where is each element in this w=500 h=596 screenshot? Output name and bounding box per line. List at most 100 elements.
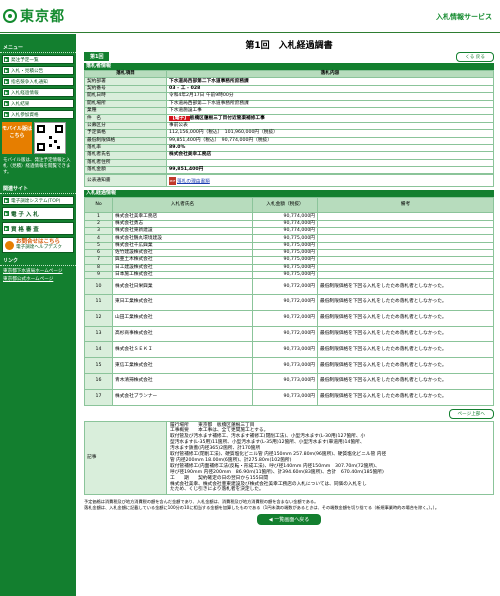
- bid-row: 1 株式会社美幸工務店 90,774,000円: [84, 212, 494, 221]
- page-top-button[interactable]: ページ上部へ: [448, 408, 494, 419]
- bid-name: 株式会社勇志: [112, 219, 253, 229]
- bid-no: 16: [84, 372, 113, 390]
- bid-no: 11: [84, 293, 113, 311]
- bid-no: 8: [84, 263, 113, 272]
- winner-info-table: 落札項目 落札内容 契約部署 下水道局西部第二下水道事務所庶務課 契約番号 03 - …: [84, 69, 494, 175]
- site-title: 入札情報サービス: [436, 13, 492, 21]
- bid-name: 高杉商事株式会社: [112, 325, 253, 343]
- arrow-right-icon: ▶: [4, 90, 9, 95]
- bid-name: 株式会社千広興業: [112, 241, 253, 250]
- info-value: 下水道局西部第二下水道事務所庶務課: [166, 77, 494, 86]
- bid-row: 15 東信工業株式会社 90,773,000円 最低制限価格を下回る入札をしたため落札…: [84, 357, 494, 374]
- arrow-right-icon: ▶: [4, 79, 9, 84]
- bid-no: 10: [84, 278, 113, 295]
- sidebar-item-forecast[interactable]: ▶ 発注予定一覧: [2, 55, 74, 64]
- info-value: 株式会社美幸工務店: [166, 151, 494, 160]
- helpdesk-contact-button[interactable]: お問合せはこちら 電子調達ヘルプデスク: [2, 237, 74, 253]
- info-value-text: 89.0%: [169, 145, 186, 151]
- back-button-top[interactable]: くる 戻る: [456, 51, 494, 62]
- bids-heading: 入札経過情報: [84, 190, 494, 198]
- bid-no: 4: [84, 234, 113, 243]
- info-value-text: 令和4年2月17日 午前9時00分: [169, 93, 234, 99]
- bid-amount: 90,775,000円: [252, 241, 318, 250]
- sidebar-item-qualification-review[interactable]: ▶ 資 格 審 査: [2, 222, 74, 235]
- bid-name: 株式会社日栄興業: [112, 278, 253, 295]
- bid-remarks: 最低制限価格を下回る入札をしたため落札者としなかった。: [317, 372, 494, 390]
- sidebar-item-e-bidding[interactable]: ▶ 電 子 入 札: [2, 207, 74, 220]
- bid-amount: 90,775,000円: [252, 270, 318, 280]
- info-value: 【電子】板橋区蓮根三丁目付近管渠補修工事: [166, 114, 494, 123]
- bid-remarks: [317, 241, 494, 250]
- bids-table: No 入札者氏名 入札金額（税抜） 備考 1 株式会社美幸工務店 90,774,00…: [84, 197, 494, 406]
- bid-row: 12 山田工業株式会社 90,772,000円 最低制限価格を下回る入札をしたため落札…: [84, 309, 494, 327]
- bid-name: 株式会社ＳＥＫＩ: [112, 341, 253, 359]
- bid-name: 株式会社鶴丸環境建設: [112, 234, 253, 243]
- arrow-right-icon: ▶: [4, 101, 9, 106]
- sidebar-heading-related: 関連サイト: [0, 184, 76, 194]
- bid-row: 11 東日工業株式会社 90,772,000円 最低制限価格を下回る入札をしたため落札…: [84, 293, 494, 311]
- remarks-table: 記事 履行場所 東京都 板橋区蓮根三丁目 工事概要 本工事は、全て更間施工とする。…: [84, 420, 494, 496]
- bid-name: 佐竹建設株式会社: [112, 248, 253, 258]
- info-label: 予定価格: [84, 129, 167, 138]
- bid-no: 9: [84, 270, 113, 280]
- bid-row: 3 株式会社東新建設 90,774,000円: [84, 227, 494, 236]
- arrow-right-icon: ▶: [4, 68, 9, 73]
- bid-remarks: 最低制限価格を下回る入札をしたため落札者としなかった。: [317, 325, 494, 343]
- back-to-list-button[interactable]: ◀ 一覧画面へ戻る: [256, 514, 322, 526]
- sidebar-item-bid-process[interactable]: ▶ 入札経過情報: [2, 88, 74, 97]
- bid-remarks: [317, 234, 494, 243]
- info-row: 開札日時 令和4年2月17日 午前9時00分: [84, 92, 494, 101]
- bid-name: 日工建設株式会社: [112, 263, 253, 272]
- bid-remarks: [317, 227, 494, 236]
- main-content: 第1回 入札経過調書 第1回 くる 戻る 落札者情報 落札項目 落札内容 契約部…: [84, 34, 494, 526]
- bid-remarks: 最低制限価格を下回る入札をしたため落札者としなかった。: [317, 309, 494, 327]
- bid-amount: 90,772,000円: [252, 278, 318, 295]
- bid-amount: 90,775,000円: [252, 234, 318, 243]
- bid-amount: 90,775,000円: [252, 256, 318, 265]
- bid-no: 14: [84, 341, 113, 359]
- bid-remarks: [317, 212, 494, 221]
- bid-no: 17: [84, 388, 113, 406]
- footnotes: 予定価格は消費税及び地方消費税の額を含んだ金額であり、入札金額は、消費税及び地方…: [84, 499, 494, 510]
- notice-pdf-link[interactable]: 落札の理由書類: [177, 179, 210, 184]
- bid-name: 青木清掃株式会社: [112, 372, 253, 390]
- bid-no: 15: [84, 357, 113, 374]
- tokyo-logo[interactable]: 東京都: [3, 7, 65, 25]
- sidebar-item-qualification[interactable]: ▶ 入札参加資格: [2, 110, 74, 119]
- sidebar-item-e-procurement[interactable]: ▶ 電子調達システム(TOP): [2, 196, 74, 205]
- info-value: 99,851,400円: [166, 166, 494, 175]
- bid-name: 東日工業株式会社: [112, 293, 253, 311]
- bid-name: 興亜土木株式会社: [112, 256, 253, 265]
- bid-row: 13 高杉商事株式会社 90,772,000円 最低制限価格を下回る入札をしたため落札…: [84, 325, 494, 343]
- bid-row: 4 株式会社鶴丸環境建設 90,775,000円: [84, 234, 494, 243]
- remarks-label: 記事: [84, 420, 167, 496]
- info-row: 落札率 89.0%: [84, 143, 494, 153]
- bid-remarks: 最低制限価格を下回る入札をしたため落札者としなかった。: [317, 278, 494, 295]
- mobile-link-button[interactable]: モバイル版はこちら: [2, 122, 32, 154]
- bid-remarks: [317, 248, 494, 258]
- bid-row: 2 株式会社勇志 90,774,000円: [84, 219, 494, 229]
- info-value: 下水道施設工事: [166, 106, 494, 116]
- info-row: 予定価格 112,156,000円（税込） 101,960,000円（税抜）: [84, 129, 494, 138]
- bid-name: 株式会社東新建設: [112, 227, 253, 236]
- info-value: 下水道局西部第二下水道事務所庶務課: [166, 99, 494, 108]
- bid-no: 7: [84, 256, 113, 265]
- bid-no: 2: [84, 219, 113, 229]
- bid-no: 13: [84, 325, 113, 343]
- info-row: 落札者氏名 株式会社美幸工務店: [84, 151, 494, 160]
- bid-remarks: 最低制限価格を下回る入札をしたため落札者としなかった。: [317, 388, 494, 406]
- arrow-right-icon: ▶: [4, 112, 9, 117]
- bid-row: 17 株式会社ブランナー 90,773,000円 最低制限価格を下回る入札をしたため落…: [84, 388, 494, 406]
- info-value: 99,851,400円（税込） 90,774,000円（税抜）: [166, 136, 494, 145]
- sidebar-item-nomination[interactable]: ▶ 指名競争入札通知: [2, 77, 74, 86]
- sidebar-item-bid-notice[interactable]: ▶ 入札・見積公告: [2, 66, 74, 75]
- link-sewerage-bureau[interactable]: 東京都下水道局ホームページ: [3, 268, 73, 274]
- bid-row: 16 青木清掃株式会社 90,773,000円 最低制限価格を下回る入札をしたため落札…: [84, 372, 494, 390]
- sidebar: メニュー ▶ 発注予定一覧 ▶ 入札・見積公告 ▶ 指名競争入札通知 ▶ 入札経過情報 …: [0, 34, 76, 596]
- info-label: 落札金額: [84, 166, 167, 175]
- helpdesk-icon: [5, 240, 14, 250]
- contact-subtitle: 電子調達ヘルプデスク: [16, 245, 62, 250]
- link-tokyo-official[interactable]: 東京都公式ホームページ: [3, 276, 73, 282]
- sidebar-item-bid-results[interactable]: ▶ 入札結果: [2, 99, 74, 108]
- bid-no: 12: [84, 309, 113, 327]
